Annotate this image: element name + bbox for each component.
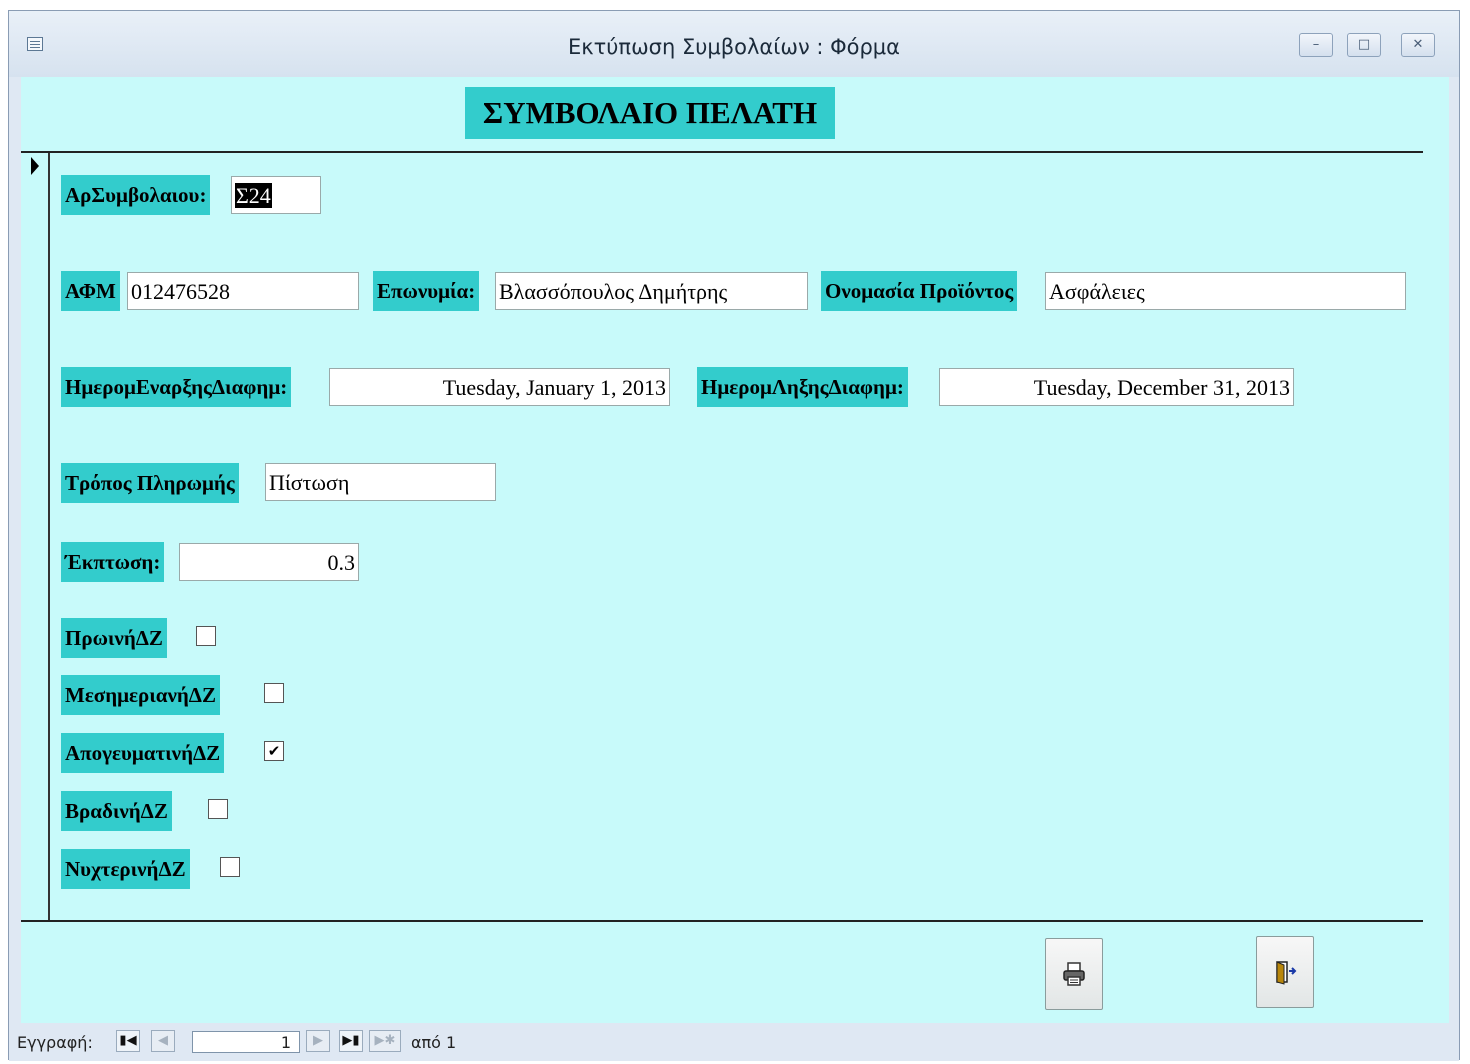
product-field[interactable]: Ασφάλειες [1045, 272, 1406, 310]
checkbox-evening[interactable] [208, 799, 228, 819]
checkbox-label-evening: ΒραδινήΔΖ [61, 791, 172, 831]
form-title: ΣΥΜΒΟΛΑΙΟ ΠΕΛΑΤΗ [465, 87, 835, 139]
checkbox-label-afternoon: ΑπογευματινήΔΖ [61, 733, 225, 773]
end-date-label: ΗμερομΛηξηςΔιαφημ: [697, 367, 908, 407]
record-label: Εγγραφή: [17, 1033, 93, 1052]
exit-door-icon [1276, 961, 1297, 985]
maximize-button[interactable]: □ [1347, 33, 1381, 57]
start-date-field[interactable]: Tuesday, January 1, 2013 [329, 368, 670, 406]
form-window: Εκτύπωση Συμβολαίων : Φόρμα – □ ✕ ΣΥΜΒΟΛ… [8, 10, 1460, 1061]
print-button[interactable] [1045, 938, 1103, 1010]
start-date-label: ΗμερομΕναρξηςΔιαφημ: [61, 367, 292, 407]
checkbox-label-night: ΝυχτερινήΔΖ [61, 849, 190, 889]
payment-field[interactable]: Πίστωση [265, 463, 496, 501]
discount-label: Έκπτωση: [61, 542, 165, 582]
window-title: Εκτύπωση Συμβολαίων : Φόρμα [567, 35, 901, 59]
checkbox-label-midday: ΜεσημεριανήΔΖ [61, 675, 220, 715]
checkbox-label-morning: ΠρωινήΔΖ [61, 618, 167, 658]
header-divider [21, 151, 1423, 153]
title-bar[interactable]: Εκτύπωση Συμβολαίων : Φόρμα – □ ✕ [9, 11, 1459, 77]
payment-label: Τρόπος Πληρωμής [61, 463, 239, 503]
last-record-button[interactable]: ▶▮ [339, 1030, 363, 1052]
checkbox-morning[interactable] [196, 626, 216, 646]
current-record-input[interactable]: 1 [192, 1031, 300, 1053]
first-record-button[interactable]: ▮◀ [116, 1030, 140, 1052]
checkbox-afternoon[interactable]: ✔ [264, 741, 284, 761]
close-button[interactable]: ✕ [1401, 33, 1435, 57]
contract-no-field[interactable]: Σ24 [231, 176, 321, 214]
afm-field[interactable]: 012476528 [127, 272, 359, 310]
product-label: Ονομασία Προϊόντος [821, 271, 1018, 311]
end-date-field[interactable]: Tuesday, December 31, 2013 [939, 368, 1294, 406]
previous-record-button[interactable]: ◀ [151, 1030, 175, 1052]
record-navigation-bar: Εγγραφή: ▮◀ ◀ 1 ▶ ▶▮ ▶✱ από 1 [9, 1023, 1459, 1061]
form-body: ΣΥΜΒΟΛΑΙΟ ΠΕΛΑΤΗ ΑρΣυμβολαιου: Σ24 ΑΦΜ 0… [21, 77, 1449, 1023]
surname-label: Επωνυμία: [373, 271, 480, 311]
checkbox-night[interactable] [220, 857, 240, 877]
footer-divider [21, 920, 1423, 922]
contract-no-label: ΑρΣυμβολαιου: [61, 175, 211, 215]
surname-field[interactable]: Βλασσόπουλος Δημήτρης [495, 272, 808, 310]
current-record-arrow-icon [31, 157, 39, 175]
checkbox-midday[interactable] [264, 683, 284, 703]
record-selector[interactable] [48, 153, 50, 920]
afm-label: ΑΦΜ [61, 271, 120, 311]
exit-button[interactable] [1256, 936, 1314, 1008]
minimize-button[interactable]: – [1299, 33, 1333, 57]
new-record-button[interactable]: ▶✱ [369, 1030, 401, 1052]
printer-icon [1063, 962, 1085, 986]
contract-no-value: Σ24 [235, 183, 272, 208]
record-count: από 1 [411, 1033, 457, 1052]
next-record-button[interactable]: ▶ [306, 1030, 330, 1052]
discount-field[interactable]: 0.3 [179, 543, 359, 581]
